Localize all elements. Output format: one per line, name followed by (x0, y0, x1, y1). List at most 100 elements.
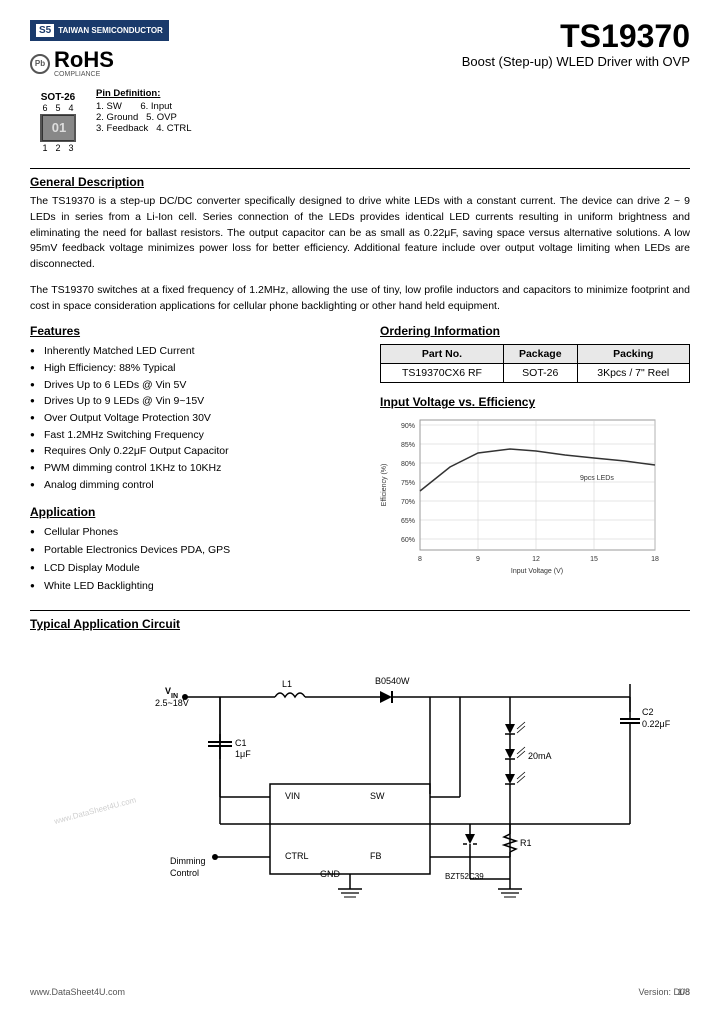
svg-text:85%: 85% (401, 442, 415, 449)
feature-item: Inherently Matched LED Current (30, 343, 360, 360)
feature-item: Requires Only 0.22μF Output Capacitor (30, 443, 360, 460)
application-list: Cellular Phones Portable Electronics Dev… (30, 524, 360, 595)
features-section: Features Inherently Matched LED Current … (30, 324, 360, 493)
svg-text:Input Voltage (V): Input Voltage (V) (511, 568, 563, 575)
compliance-text: COMPLIANCE (54, 71, 114, 78)
left-column: Features Inherently Matched LED Current … (30, 324, 360, 595)
table-row: TS19370CX6 RF SOT-26 3Kpcs / 7" Reel (381, 364, 690, 383)
features-heading: Features (30, 324, 360, 338)
svg-text:C2: C2 (642, 707, 654, 717)
svg-text:12: 12 (532, 556, 540, 563)
general-description-section: General Description The TS19370 is a ste… (30, 175, 690, 314)
svg-text:60%: 60% (401, 537, 415, 544)
svg-text:1μF: 1μF (235, 749, 251, 759)
svg-text:15: 15 (590, 556, 598, 563)
col-packing: Packing (577, 345, 689, 364)
ordering-heading: Ordering Information (380, 324, 690, 338)
svg-text:B0540W: B0540W (375, 676, 410, 686)
divider-1 (30, 168, 690, 169)
general-desc-heading: General Description (30, 175, 690, 189)
chart-section: Input Voltage vs. Efficiency (380, 395, 690, 585)
rohs-area: Pb RoHS COMPLIANCE (30, 49, 169, 78)
app-item: White LED Backlighting (30, 578, 360, 596)
svg-text:R1: R1 (520, 838, 532, 848)
chip-title: TS19370 (462, 20, 690, 52)
pb-icon: Pb (30, 54, 50, 74)
svg-text:9pcs LEDs: 9pcs LEDs (580, 475, 614, 482)
feature-item: PWM dimming control 1KHz to 10KHz (30, 460, 360, 477)
svg-text:18: 18 (651, 556, 659, 563)
svg-text:80%: 80% (401, 461, 415, 468)
rohs-text: RoHS (54, 49, 114, 71)
svg-text:CTRL: CTRL (285, 851, 309, 861)
svg-text:C1: C1 (235, 738, 247, 748)
svg-text:Control: Control (170, 868, 199, 878)
app-item: Portable Electronics Devices PDA, GPS (30, 542, 360, 560)
logo-icon: S5 (36, 24, 54, 37)
logo-area: S5 TAIWAN SEMICONDUCTOR Pb RoHS COMPLIAN… (30, 20, 169, 78)
svg-text:SW: SW (370, 791, 385, 801)
page-header: S5 TAIWAN SEMICONDUCTOR Pb RoHS COMPLIAN… (30, 20, 690, 78)
chip-subtitle: Boost (Step-up) WLED Driver with OVP (462, 54, 690, 69)
packing-value: 3Kpcs / 7" Reel (577, 364, 689, 383)
pin-6: 6 (42, 103, 47, 113)
footer-website-left: www.DataSheet4U.com (30, 987, 125, 997)
typical-circuit-heading: Typical Application Circuit (30, 617, 690, 631)
app-item: LCD Display Module (30, 560, 360, 578)
circuit-svg: VIN 2.5~18V C1 1μF L1 (30, 639, 680, 919)
general-desc-para2: The TS19370 switches at a fixed frequenc… (30, 283, 690, 315)
pin-definition: Pin Definition: 1. SW 6. Input 2. Ground… (96, 88, 192, 134)
package-section: SOT-26 6 5 4 01 1 2 3 Pin Definition: 1.… (40, 88, 690, 153)
feature-item: Fast 1.2MHz Switching Frequency (30, 427, 360, 444)
company-logo: S5 TAIWAN SEMICONDUCTOR (30, 20, 169, 41)
title-area: TS19370 Boost (Step-up) WLED Driver with… (462, 20, 690, 69)
sot-chip-graphic: 01 (42, 115, 74, 141)
page-footer: www.DataSheet4U.com 1/8 (0, 987, 720, 997)
general-desc-para1: The TS19370 is a step-up DC/DC converter… (30, 194, 690, 273)
svg-text:Efficiency (%): Efficiency (%) (381, 464, 388, 507)
feature-item: Drives Up to 9 LEDs @ Vin 9~15V (30, 393, 360, 410)
svg-text:0.22μF: 0.22μF (642, 719, 671, 729)
pin-def-line1: 1. SW 6. Input (96, 101, 192, 112)
chart-container: 60% 65% 70% 75% 80% 85% 90% 8 9 12 15 18 (380, 415, 670, 585)
ordering-section: Ordering Information Part No. Package Pa… (380, 324, 690, 383)
pin-def-line3: 3. Feedback 4. CTRL (96, 123, 192, 134)
sot-pins-bottom: 1 2 3 (42, 143, 73, 153)
svg-text:GND: GND (320, 869, 341, 879)
pin-2: 2 (55, 143, 60, 153)
feature-item: High Efficiency: 88% Typical (30, 360, 360, 377)
company-name: TAIWAN SEMICONDUCTOR (58, 26, 163, 35)
svg-text:65%: 65% (401, 518, 415, 525)
features-list: Inherently Matched LED Current High Effi… (30, 343, 360, 493)
app-item: Cellular Phones (30, 524, 360, 542)
pin-def-line2: 2. Ground 5. OVP (96, 112, 192, 123)
pin-1: 1 (42, 143, 47, 153)
feature-item: Analog dimming control (30, 477, 360, 494)
package-value: SOT-26 (503, 364, 577, 383)
part-no-value: TS19370CX6 RF (381, 364, 504, 383)
typical-circuit-section: Typical Application Circuit VIN 2.5~18V … (30, 610, 690, 919)
right-column: Ordering Information Part No. Package Pa… (380, 324, 690, 595)
svg-text:20mA: 20mA (528, 751, 552, 761)
svg-text:8: 8 (418, 556, 422, 563)
circuit-diagram: VIN 2.5~18V C1 1μF L1 (30, 639, 690, 919)
footer-version: Version: D08 (638, 987, 690, 997)
ordering-table: Part No. Package Packing TS19370CX6 RF S… (380, 344, 690, 383)
pin-3: 3 (69, 143, 74, 153)
pin-5: 5 (55, 103, 60, 113)
col-part-no: Part No. (381, 345, 504, 364)
svg-text:90%: 90% (401, 423, 415, 430)
sot-label: SOT-26 (41, 92, 75, 103)
svg-text:70%: 70% (401, 499, 415, 506)
efficiency-chart: 60% 65% 70% 75% 80% 85% 90% 8 9 12 15 18 (380, 415, 670, 585)
sot-diagram: SOT-26 6 5 4 01 1 2 3 (40, 92, 76, 153)
svg-text:9: 9 (476, 556, 480, 563)
col-package: Package (503, 345, 577, 364)
svg-text:www.DataSheet4U.com: www.DataSheet4U.com (52, 796, 137, 827)
pin-def-title: Pin Definition: (96, 88, 192, 99)
svg-text:01: 01 (52, 120, 66, 135)
svg-text:FB: FB (370, 851, 382, 861)
sot-pins-top: 6 5 4 (42, 103, 73, 113)
divider-2 (30, 610, 690, 611)
feature-item: Over Output Voltage Protection 30V (30, 410, 360, 427)
